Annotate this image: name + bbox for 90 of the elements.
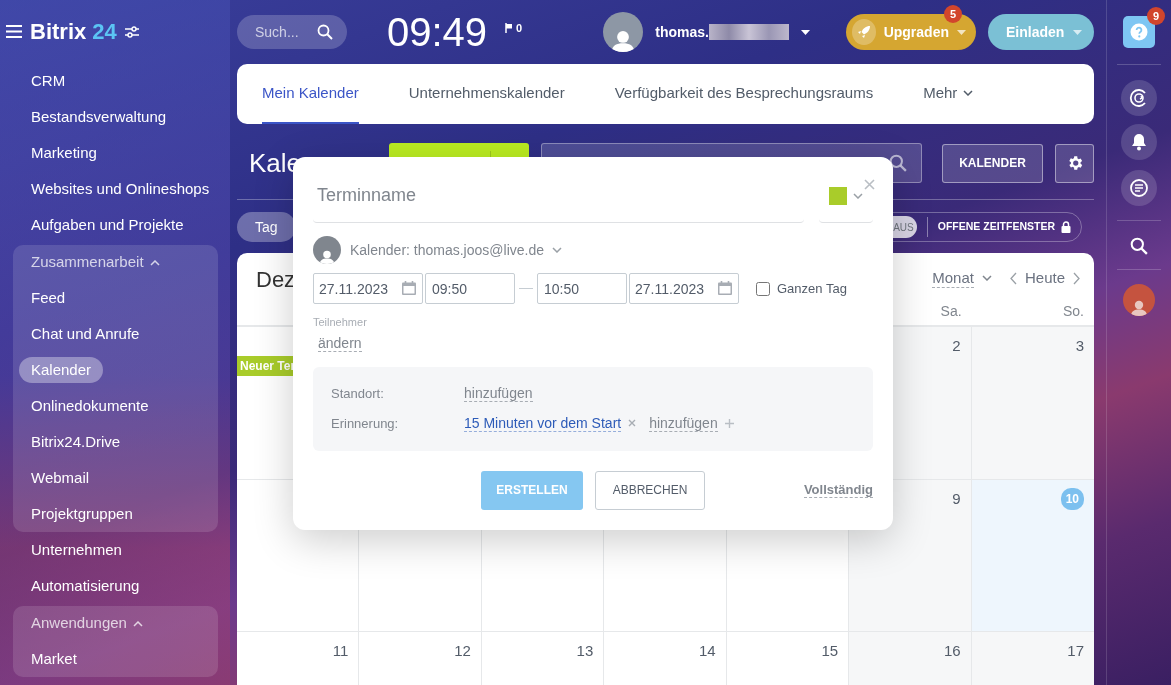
sidebar-item[interactable]: Unternehmen [19, 536, 134, 564]
sidebar-item[interactable]: Webmail [19, 464, 102, 492]
field-label: Erinnerung: [331, 414, 400, 433]
day-number[interactable]: 13 [576, 640, 594, 663]
caret-icon [552, 247, 562, 253]
date-field[interactable]: 27.11.2023 [313, 273, 423, 304]
calendar-selector[interactable]: Kalender: thomas.joos@live.de [350, 239, 562, 261]
weekday-label: So. [1062, 302, 1085, 321]
cancel-button[interactable]: ABBRECHEN [595, 470, 705, 510]
day-number[interactable]: 17 [1067, 640, 1084, 663]
clock: 09:49 [387, 12, 488, 52]
swirl-button[interactable] [1121, 80, 1157, 116]
field-label: Teilnehmer [313, 315, 368, 330]
time-field[interactable]: 09:50 [425, 273, 515, 304]
rocket-icon [856, 25, 871, 39]
bell-icon [1129, 132, 1149, 152]
day-number[interactable]: 2 [952, 335, 961, 358]
sidebar-item[interactable]: Websites und Onlineshops [19, 175, 222, 203]
sidebar-item[interactable]: Onlinedokumente [19, 392, 161, 420]
add-link[interactable]: hinzufügen [649, 414, 718, 433]
time-field[interactable]: 10:50 [537, 273, 627, 304]
settings-button[interactable] [1055, 143, 1094, 183]
help-button[interactable] [1123, 16, 1155, 48]
sliders-icon[interactable] [124, 25, 139, 38]
day-number[interactable]: 9 [952, 488, 961, 511]
day-number[interactable]: 14 [699, 640, 716, 663]
flag-count: 0 [516, 20, 523, 36]
change-link[interactable]: ändern [318, 334, 362, 353]
view-tab[interactable]: Tag [237, 212, 296, 242]
menu-icon[interactable] [6, 25, 22, 38]
day-number[interactable]: 3 [1075, 335, 1084, 358]
day-number[interactable]: 15 [821, 640, 839, 663]
tab[interactable]: Verfügbarkeit des Besprechungsraums [614, 64, 874, 124]
search-icon[interactable] [1130, 237, 1148, 255]
previous-icon[interactable] [1009, 271, 1017, 285]
reminder-link[interactable]: 15 Minuten vor dem Start [464, 414, 622, 433]
chat-icon [1129, 178, 1149, 198]
chat-button[interactable] [1121, 170, 1157, 206]
tab[interactable]: Unternehmenskalender [408, 64, 565, 124]
flag-icon [505, 23, 514, 33]
day-number[interactable]: 11 [332, 640, 349, 663]
open-slots-button[interactable]: OFFENE ZEITFENSTER [937, 219, 1071, 235]
caret-icon [963, 90, 974, 96]
group-header[interactable]: Anwendungen [13, 606, 218, 641]
sidebar-item[interactable]: Chat und Anrufe [19, 320, 152, 348]
avatar[interactable] [603, 12, 644, 52]
full-form-link[interactable]: Vollständig [803, 481, 873, 499]
day-number[interactable]: 16 [943, 640, 961, 663]
logo-text: Bitrix 24 [30, 18, 117, 46]
search-icon [889, 154, 907, 172]
sidebar-item[interactable]: Bitrix24.Drive [19, 428, 133, 456]
caret-icon [801, 29, 810, 35]
sidebar-item[interactable]: Market [19, 645, 89, 673]
caret-icon [957, 29, 966, 35]
sidebar-item[interactable]: Bestandsverwaltung [19, 103, 179, 131]
month-title: Dez [256, 266, 296, 294]
lock-icon [1061, 221, 1071, 233]
day-number[interactable]: 12 [454, 640, 471, 663]
caret-icon [853, 192, 863, 199]
tab[interactable]: Mein Kalender [262, 64, 359, 124]
avatar[interactable] [1123, 284, 1155, 316]
person-icon [1129, 300, 1149, 316]
search-icon [317, 24, 333, 40]
group-header[interactable]: Zusammenarbeit [13, 245, 218, 280]
swirl-icon [1129, 88, 1149, 108]
sidebar-item[interactable]: Marketing [19, 139, 109, 167]
more-tab[interactable]: Mehr [923, 64, 974, 124]
sidebar-item[interactable]: Automatisierung [19, 572, 152, 600]
sidebar-item[interactable]: Projektgruppen [19, 500, 145, 528]
checkbox-label[interactable]: Ganzen Tag [777, 278, 847, 299]
person-icon [318, 249, 336, 264]
view-selector[interactable]: Monat [932, 268, 992, 288]
bell-button[interactable] [1121, 124, 1157, 160]
add-link[interactable]: hinzufügen [464, 384, 533, 403]
caret-icon [981, 275, 992, 282]
weekday-label: Sa. [939, 302, 963, 321]
date-field[interactable]: 27.11.2023 [629, 273, 739, 304]
caret-icon [1073, 29, 1082, 35]
help-icon [1130, 23, 1148, 41]
today-button[interactable]: Heute [1024, 267, 1065, 290]
notification-badge: 9 [1147, 7, 1165, 25]
calendar-button[interactable]: KALENDER [942, 143, 1043, 183]
sidebar-item[interactable]: Feed [19, 284, 78, 312]
sidebar-item[interactable]: CRM [19, 67, 78, 95]
notification-badge: 5 [944, 5, 962, 23]
checkbox[interactable] [756, 281, 770, 296]
field-label: Standort: [331, 384, 385, 403]
next-icon[interactable] [1073, 271, 1080, 285]
user-name[interactable]: thomas. [655, 21, 709, 43]
sidebar-item[interactable]: Aufgaben und Projekte [19, 211, 196, 239]
